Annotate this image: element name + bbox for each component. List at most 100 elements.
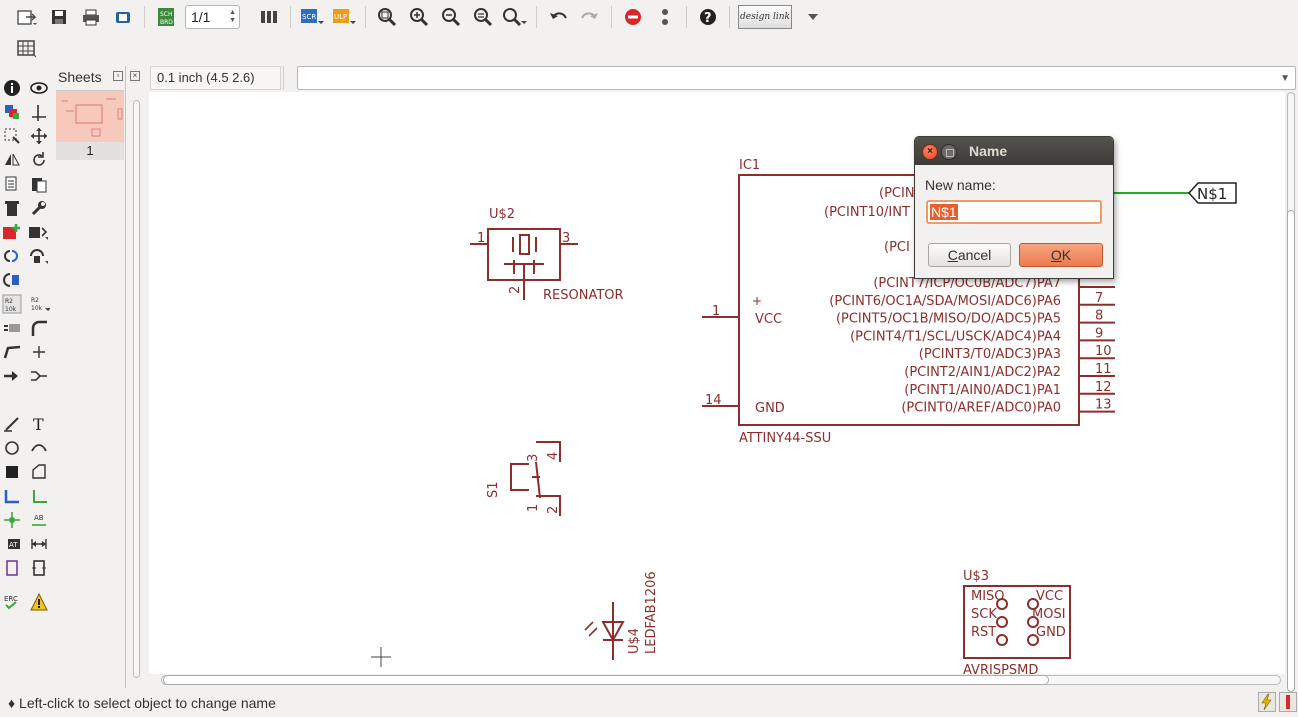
junction-icon[interactable]: [2, 510, 21, 530]
zoom-in-icon[interactable]: [406, 4, 432, 30]
text-icon[interactable]: T: [29, 414, 48, 434]
more-icon[interactable]: [652, 4, 678, 30]
circle-icon[interactable]: [2, 438, 21, 458]
new-name-input[interactable]: N$1: [926, 200, 1102, 224]
sheet-thumbnail[interactable]: [56, 90, 124, 142]
polygon-icon[interactable]: [29, 462, 48, 482]
zoom-out-icon[interactable]: [438, 4, 464, 30]
dimension-icon[interactable]: [29, 534, 48, 554]
stop-icon[interactable]: [620, 4, 646, 30]
smash-icon[interactable]: [2, 318, 21, 338]
status-diamond-icon: ♦: [8, 695, 16, 711]
avrisp-u3[interactable]: U$3 MISO SCK RST VCC MOSI GND AVRISPSMD: [963, 569, 1071, 674]
canvas-horizontal-scrollbar[interactable]: [149, 674, 1285, 686]
led-u4[interactable]: U$4 LEDFAB1206: [584, 571, 659, 660]
layer-icon[interactable]: [256, 4, 282, 30]
ic1-vcc-label: VCC: [755, 312, 782, 327]
ok-button[interactable]: OK: [1019, 243, 1103, 267]
open-icon[interactable]: [14, 4, 40, 30]
dropdown-arrow-icon[interactable]: [800, 4, 826, 30]
ic1-origin-cross: +: [752, 294, 762, 308]
rotate-icon[interactable]: [29, 150, 48, 170]
add-part-icon[interactable]: [2, 222, 20, 242]
sheet-number[interactable]: 1: [56, 142, 124, 160]
cancel-button[interactable]: Cancel: [928, 243, 1011, 267]
display-icon[interactable]: [2, 102, 21, 122]
group-icon[interactable]: [2, 126, 21, 146]
resonator-u2[interactable]: U$2 1 3 2 RESONATOR: [470, 207, 624, 303]
mark-icon[interactable]: [29, 102, 48, 122]
panel-close-icon[interactable]: ×: [130, 71, 140, 81]
redo-icon[interactable]: [577, 4, 603, 30]
sheets-panel: Sheets ▫ × 1: [56, 66, 140, 688]
copy-icon[interactable]: [2, 174, 21, 194]
line-icon[interactable]: [2, 414, 21, 434]
replace-icon[interactable]: [28, 222, 48, 242]
invoke-icon[interactable]: [29, 342, 48, 362]
route-icon[interactable]: [29, 366, 48, 386]
zoom-select-icon[interactable]: [502, 4, 528, 30]
wrench-icon[interactable]: [29, 198, 48, 218]
frame-icon[interactable]: [2, 558, 21, 578]
horizontal-scroll-thumb[interactable]: [163, 675, 1049, 685]
value-icon[interactable]: R2 10k: [2, 294, 22, 314]
split-icon[interactable]: [2, 342, 21, 362]
lightning-icon[interactable]: [1258, 692, 1276, 712]
save-icon[interactable]: [46, 4, 72, 30]
ic1-value: ATTINY44-SSU: [739, 431, 831, 446]
move-icon[interactable]: [29, 126, 48, 146]
command-history-dropdown-icon[interactable]: ▼: [1280, 73, 1290, 84]
ic1-gnd-label: GND: [755, 401, 785, 416]
erc-icon[interactable]: ERC: [2, 592, 21, 612]
show-icon[interactable]: [29, 78, 48, 98]
spinner-arrows-icon[interactable]: ▲ ▼: [229, 9, 236, 25]
undo-icon[interactable]: [545, 4, 571, 30]
arc-icon[interactable]: [29, 438, 48, 458]
print-icon[interactable]: [78, 4, 104, 30]
warning-icon[interactable]: [29, 592, 48, 612]
name-icon[interactable]: R2 10k: [30, 294, 50, 314]
delete-icon[interactable]: [2, 198, 21, 218]
rect-icon[interactable]: [2, 462, 21, 482]
maximize-icon[interactable]: [941, 144, 957, 160]
svg-text:T: T: [33, 415, 44, 433]
info-icon[interactable]: [2, 78, 21, 98]
design-link-logo[interactable]: design link: [738, 4, 792, 29]
close-icon[interactable]: ×: [922, 144, 938, 160]
gate-swap-icon[interactable]: [28, 246, 48, 266]
script-icon[interactable]: SCR: [299, 4, 325, 30]
schematic-canvas[interactable]: IC1 ATTINY44-SSU 1 14 VCC GND + (PCIN (P…: [149, 92, 1285, 674]
module-icon[interactable]: [29, 558, 48, 578]
pin-swap-icon[interactable]: [2, 270, 22, 290]
zoom-redraw-icon[interactable]: [470, 4, 496, 30]
ic1-right-pin-label: (PCINT0/AREF/ADC0)PA0: [901, 401, 1061, 416]
switch-s1[interactable]: S1 1 2 3 4: [486, 441, 561, 516]
u3-pin-rst: RST: [971, 625, 996, 640]
cam-icon[interactable]: [110, 4, 136, 30]
label-icon[interactable]: AB: [29, 510, 48, 530]
svg-text:ERC: ERC: [4, 595, 18, 603]
new-name-value: N$1: [930, 204, 958, 220]
mirror-icon[interactable]: [2, 150, 21, 170]
ic1-pin-14-num: 14: [705, 393, 722, 408]
dialog-titlebar[interactable]: × Name: [915, 137, 1113, 165]
sheets-panel-scrollbar[interactable]: [130, 92, 144, 686]
stop-sign-icon[interactable]: [1279, 692, 1297, 712]
zoom-fit-icon[interactable]: [374, 4, 400, 30]
attribute-icon[interactable]: AT: [2, 534, 21, 554]
swap-icon[interactable]: [2, 246, 20, 266]
paste-icon[interactable]: [29, 174, 48, 194]
ulp-icon[interactable]: ULP: [331, 4, 357, 30]
panel-float-icon[interactable]: ▫: [113, 71, 123, 81]
bus-icon[interactable]: [2, 486, 21, 506]
canvas-vertical-scrollbar[interactable]: [1285, 92, 1298, 692]
vertical-scroll-thumb[interactable]: [1287, 210, 1295, 692]
grid-icon[interactable]: [16, 38, 38, 61]
command-line-input[interactable]: ▼: [297, 66, 1296, 90]
sheet-spinner[interactable]: 1/1 ▲ ▼: [185, 4, 240, 29]
miter-icon[interactable]: [29, 318, 48, 338]
help-icon[interactable]: ?: [695, 4, 721, 30]
net-icon[interactable]: [29, 486, 48, 506]
optimize-icon[interactable]: [2, 366, 21, 386]
sch-brd-icon[interactable]: SCH BRD: [153, 4, 179, 30]
